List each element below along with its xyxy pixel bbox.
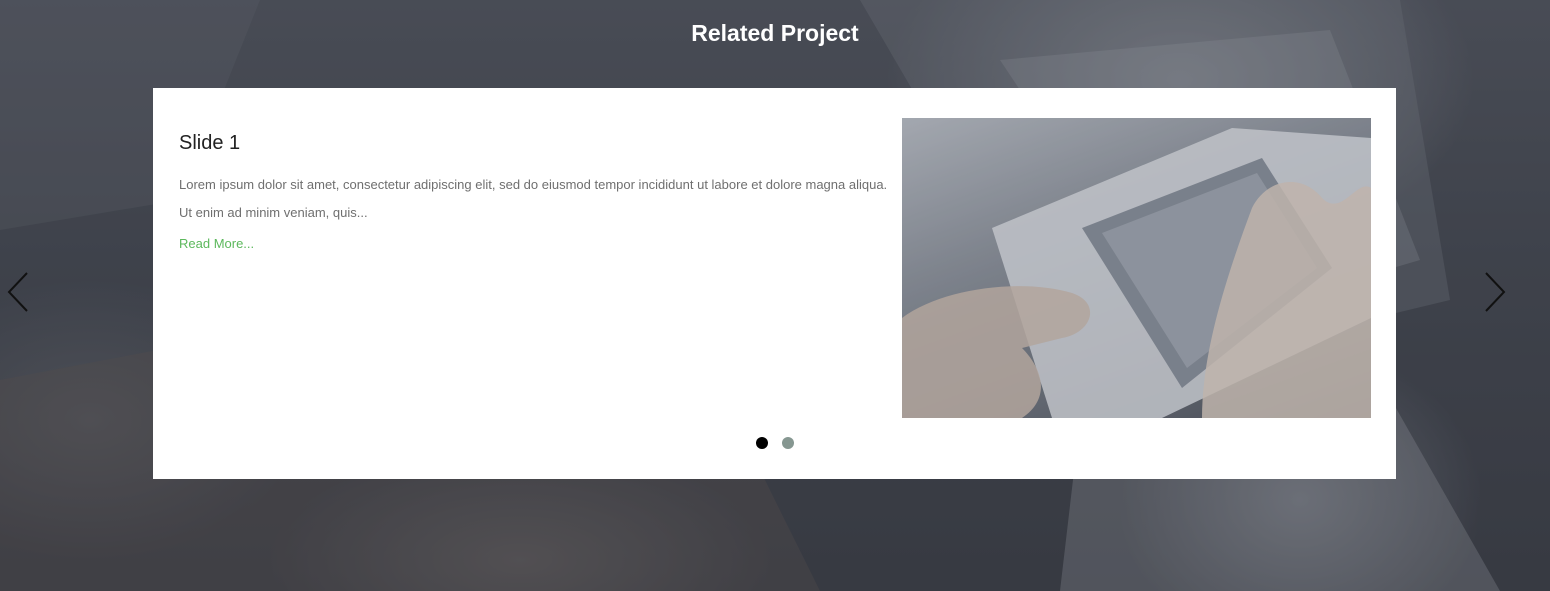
slide-image xyxy=(902,118,1371,418)
carousel-prev-button[interactable] xyxy=(5,270,31,314)
chevron-left-icon xyxy=(7,272,28,312)
section-title: Related Project xyxy=(691,20,859,46)
slide-description: Lorem ipsum dolor sit amet, consectetur … xyxy=(179,177,888,220)
chevron-right-icon xyxy=(1485,272,1506,312)
carousel-next-button[interactable] xyxy=(1482,270,1508,314)
slide-title: Slide 1 xyxy=(179,132,241,154)
read-more-link[interactable]: Read More... xyxy=(179,236,254,251)
carousel-slide-card: Slide 1 Lorem ipsum dolor sit amet, cons… xyxy=(153,88,1396,479)
carousel-pagination xyxy=(153,437,1396,449)
tablet-hands-illustration xyxy=(902,118,1371,418)
carousel-dot-1[interactable] xyxy=(755,437,768,449)
carousel-dot-2[interactable] xyxy=(781,437,794,449)
